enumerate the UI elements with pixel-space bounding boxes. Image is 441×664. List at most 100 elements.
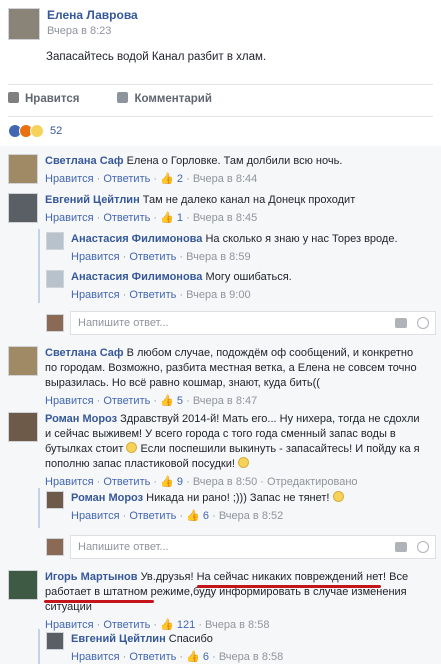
red-underline-annotation [197,585,381,588]
comment-button[interactable]: Комментарий [117,92,212,105]
comment: Евгений Цейтлин Там не далеко канал на Д… [8,193,355,226]
comment-text: Ув.друзья! [140,571,197,583]
avatar[interactable] [8,193,38,223]
comment-text: Могу ошибаться. [205,271,292,283]
reply-link[interactable]: Ответить [103,619,150,631]
reply-link[interactable]: Ответить [129,251,176,263]
comment-author[interactable]: Светлана Саф [45,155,124,167]
reply: Анастасия Филимонова На сколько я знаю у… [46,232,398,265]
like-count[interactable]: 121 [177,619,195,631]
thumbs-up-icon: 👍 [160,212,174,224]
like-link[interactable]: Нравится [45,619,94,631]
comment-text-highlight: На сейчас никаких повреждений нет [196,571,383,583]
red-underline-annotation [44,600,154,603]
comment-text: Спасибо [168,633,213,645]
emoji-icon[interactable] [417,541,429,553]
comment-author[interactable]: Светлана Саф [45,347,124,359]
comment-time[interactable]: Вчера в 8:44 [193,173,257,185]
reply-link[interactable]: Ответить [103,173,150,185]
comment-time[interactable]: Вчера в 8:47 [193,395,257,407]
like-link[interactable]: Нравится [45,395,94,407]
thumbs-up-icon: 👍 [160,619,174,631]
like-link[interactable]: Нравится [71,289,120,301]
comment-icon [117,92,129,103]
avatar[interactable] [8,412,38,442]
like-count[interactable]: 6 [203,651,209,663]
like-link[interactable]: Нравится [45,212,94,224]
comment-time[interactable]: Вчера в 8:58 [219,651,283,663]
comment-time[interactable]: Вчера в 8:59 [186,251,250,263]
comment-author[interactable]: Евгений Цейтлин [45,194,140,206]
avatar[interactable] [8,346,38,376]
post-time[interactable]: Вчера в 8:23 [47,25,138,37]
like-link[interactable]: Нравится [45,476,94,488]
avatar [46,314,64,332]
comment-text-highlight: работает в штатном режиме [45,586,190,598]
comment-author[interactable]: Роман Мороз [71,492,143,504]
like-link[interactable]: Нравится [45,173,94,185]
reply-link[interactable]: Ответить [103,476,150,488]
like-count[interactable]: 9 [177,476,183,488]
like-button[interactable]: Нравится [8,92,79,105]
reply-input[interactable]: Напишите ответ... [70,311,436,335]
post-text: Запасайтесь водой Канал разбит в хлам. [46,51,267,63]
comment-author[interactable]: Евгений Цейтлин [71,633,166,645]
reactions-summary[interactable]: 52 [8,124,62,138]
reply-link[interactable]: Ответить [103,212,150,224]
author-avatar[interactable] [8,8,40,40]
reply-composer: Напишите ответ... [46,311,436,335]
reply-link[interactable]: Ответить [129,289,176,301]
comment-author[interactable]: Анастасия Филимонова [71,271,202,283]
divider [8,84,433,85]
like-count[interactable]: 5 [177,395,183,407]
avatar[interactable] [46,270,64,288]
thumbs-up-icon: 👍 [160,173,174,185]
like-count[interactable]: 2 [177,173,183,185]
comment-time[interactable]: Вчера в 8:52 [219,510,283,522]
like-count[interactable]: 6 [203,510,209,522]
post-header: Елена Лаврова Вчера в 8:23 [8,8,138,40]
reply: Роман Мороз Никада ни рано! ;))) Запас н… [46,491,344,524]
wow-reaction-icon [30,124,44,138]
comment-author[interactable]: Роман Мороз [45,413,117,425]
edited-label[interactable]: Отредактировано [267,476,358,488]
like-link[interactable]: Нравится [71,510,120,522]
comment-text: Там не далеко канал на Донецк проходит [142,194,356,206]
avatar[interactable] [46,232,64,250]
comment-text: На сколько я знаю у нас Торез вроде. [205,233,398,245]
like-link[interactable]: Нравится [71,651,120,663]
reply: Анастасия Филимонова Могу ошибаться. Нра… [46,270,292,303]
reply-link[interactable]: Ответить [103,395,150,407]
comment-author[interactable]: Игорь Мартынов [45,571,138,583]
avatar[interactable] [8,570,38,600]
camera-icon[interactable] [395,542,407,552]
reply-composer: Напишите ответ... [46,535,436,559]
comment-time[interactable]: Вчера в 8:50 [193,476,257,488]
comment-time[interactable]: Вчера в 9:00 [186,289,250,301]
reply-thread-line [38,629,40,664]
comment-text: ! Все [383,571,409,583]
thumbs-up-icon: 👍 [160,395,174,407]
avatar[interactable] [46,632,64,650]
reply-link[interactable]: Ответить [129,651,176,663]
comment: Светлана Саф Елена о Горловке. Там долби… [8,154,342,187]
emoji-icon[interactable] [417,317,429,329]
avatar[interactable] [46,491,64,509]
comment: Светлана Саф В любом случае, подождём оф… [8,346,425,409]
comment-author[interactable]: Анастасия Филимонова [71,233,202,245]
comment-time[interactable]: Вчера в 8:58 [205,619,269,631]
thumbs-up-icon: 👍 [186,510,200,522]
comment-text: Никада ни рано! ;))) Запас не тянет! [146,492,330,504]
reply-link[interactable]: Ответить [129,510,176,522]
thumbs-up-icon: 👍 [186,651,200,663]
reaction-count[interactable]: 52 [50,125,62,137]
like-link[interactable]: Нравится [71,251,120,263]
post-author[interactable]: Елена Лаврова [47,8,138,22]
comment: Роман Мороз Здравствуй 2014-й! Мать его.… [8,412,425,490]
like-count[interactable]: 1 [177,212,183,224]
comment-time[interactable]: Вчера в 8:45 [193,212,257,224]
avatar[interactable] [8,154,38,184]
emoji-icon [332,491,344,502]
camera-icon[interactable] [395,318,407,328]
reply-input[interactable]: Напишите ответ... [70,535,436,559]
